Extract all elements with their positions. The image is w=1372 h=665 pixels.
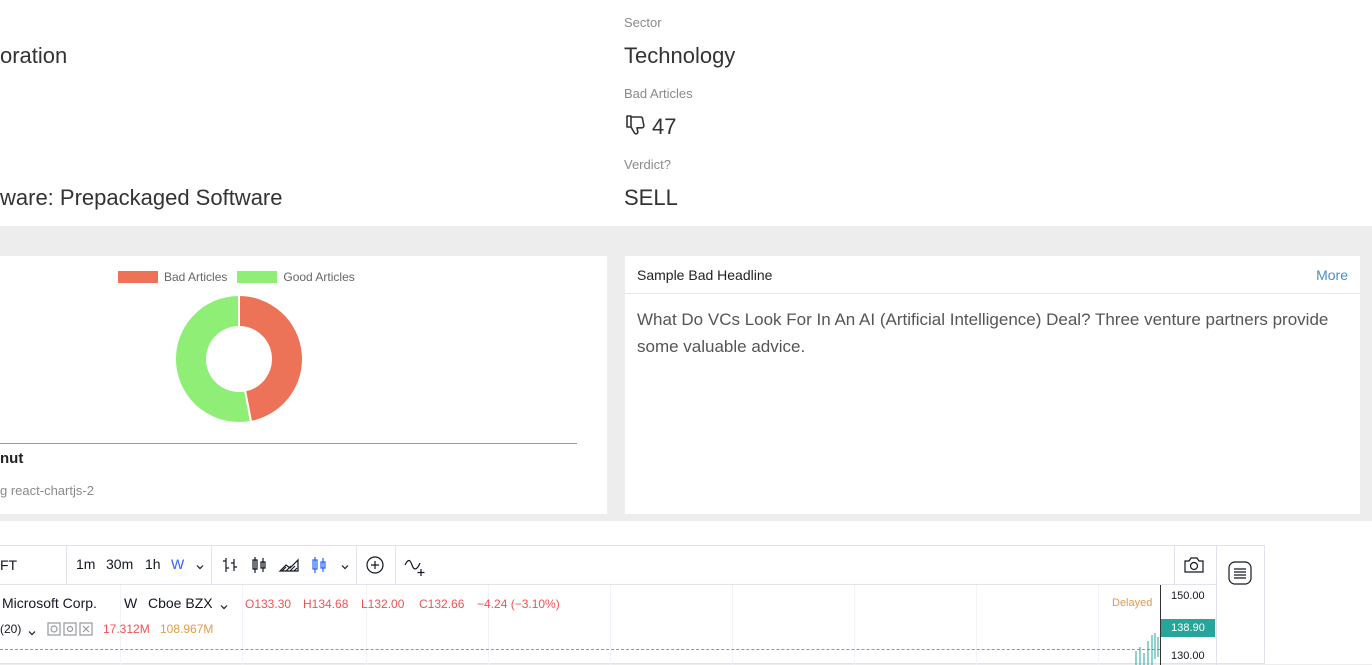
delayed-badge: Delayed	[1112, 597, 1153, 609]
sector-label: Sector	[624, 15, 662, 30]
price-axis-label: 130.00	[1171, 650, 1205, 662]
object-tree-list-icon[interactable]	[1228, 561, 1252, 590]
verdict-value: SELL	[624, 185, 678, 210]
toolbar-separator	[211, 546, 212, 584]
price-candles	[1135, 633, 1159, 665]
interval-30m-button[interactable]: 30m	[106, 556, 133, 572]
grid-line	[732, 585, 733, 665]
legend-open: O133.30	[245, 597, 292, 611]
doughnut-chart	[174, 293, 304, 424]
legend-swatch-good	[237, 271, 278, 283]
exchange-chevron-icon[interactable]	[219, 599, 229, 617]
candles-chart-type-icon[interactable]	[249, 555, 269, 580]
more-link[interactable]: More	[1316, 267, 1348, 283]
bad-articles-label: Bad Articles	[624, 86, 693, 101]
legend-item-good[interactable]: Good Articles	[237, 270, 355, 284]
add-indicator-plus-icon[interactable]	[365, 555, 385, 580]
chart-type-dropdown-chevron-icon[interactable]	[340, 559, 350, 577]
interval-w-button[interactable]: W	[171, 556, 184, 572]
chart-caption-title: nut	[0, 450, 24, 467]
legend-exchange[interactable]: Cboe BZX	[148, 595, 213, 611]
headline-card-header: Sample Bad Headline More	[625, 256, 1360, 294]
study-controls-icon[interactable]	[47, 622, 95, 641]
hollow-candles-chart-type-icon[interactable]	[309, 555, 329, 580]
trading-chart-widget: FT 1m 30m 1h W Microsoft Corp. W Cboe BZ…	[0, 545, 1265, 665]
headline-text: What Do VCs Look For In An AI (Artificia…	[637, 310, 1329, 356]
volume-study-params[interactable]: (20)	[0, 622, 21, 636]
thumbs-down-icon	[624, 113, 648, 143]
toolbar-separator	[1174, 546, 1175, 584]
interval-dropdown-chevron-icon[interactable]	[195, 559, 205, 577]
chart-toolbar: FT 1m 30m 1h W	[0, 546, 1216, 585]
legend-interval: W	[124, 595, 138, 611]
legend-swatch-bad	[118, 271, 158, 283]
price-axis[interactable]: 150.00 138.90 130.00	[1160, 585, 1217, 665]
grid-line	[976, 585, 977, 665]
indicators-icon[interactable]	[403, 555, 427, 582]
price-axis-label: 150.00	[1171, 590, 1205, 602]
right-side-panel	[1216, 546, 1265, 665]
previous-close-line	[0, 649, 1160, 650]
camera-snapshot-icon[interactable]	[1183, 555, 1205, 580]
legend-close: C132.66	[419, 597, 465, 611]
volume-ma-value: 108.967M	[160, 622, 214, 636]
sample-headline-card: Sample Bad Headline More What Do VCs Loo…	[625, 256, 1360, 514]
sector-value: Technology	[624, 43, 736, 68]
grid-line	[610, 585, 611, 665]
chart-divider	[0, 443, 577, 444]
bar-chart-type-icon[interactable]	[220, 555, 240, 580]
current-price-tag: 138.90	[1161, 619, 1215, 637]
industry-value: ware: Prepackaged Software	[0, 185, 283, 210]
chart-legend: Bad Articles Good Articles	[118, 270, 365, 284]
toolbar-separator	[66, 546, 67, 584]
interval-1h-button[interactable]: 1h	[145, 556, 161, 572]
toolbar-separator	[395, 546, 396, 584]
doughnut-slice-good-articles[interactable]	[174, 293, 253, 424]
verdict-label: Verdict?	[624, 157, 671, 172]
area-chart-type-icon[interactable]	[278, 555, 300, 580]
legend-symbol-name[interactable]: Microsoft Corp.	[2, 595, 97, 611]
company-name: oration	[0, 43, 68, 68]
volume-chevron-icon[interactable]	[27, 625, 37, 643]
bad-articles-value: 47	[652, 113, 677, 139]
headline-card-title: Sample Bad Headline	[637, 267, 773, 283]
stock-info-card: oration ware: Prepackaged Software Secto…	[0, 0, 1372, 226]
grid-line	[854, 585, 855, 665]
legend-low: L132.00	[361, 597, 405, 611]
grid-line	[1098, 585, 1099, 665]
legend-item-bad[interactable]: Bad Articles	[118, 270, 227, 284]
legend-change: −4.24 (−3.10%)	[477, 597, 560, 611]
legend-label-bad: Bad Articles	[164, 270, 228, 284]
interval-1m-button[interactable]: 1m	[76, 556, 95, 572]
legend-high: H134.68	[303, 597, 349, 611]
toolbar-separator	[356, 546, 357, 584]
chart-caption-subtitle: g react-chartjs-2	[0, 483, 94, 498]
bad-articles-count: 47	[624, 113, 676, 143]
doughnut-slice-bad-articles[interactable]	[238, 293, 304, 424]
grid-line	[242, 585, 243, 665]
symbol-search-button[interactable]: FT	[0, 557, 17, 573]
volume-value: 17.312M	[103, 622, 150, 636]
legend-label-good: Good Articles	[283, 270, 355, 284]
